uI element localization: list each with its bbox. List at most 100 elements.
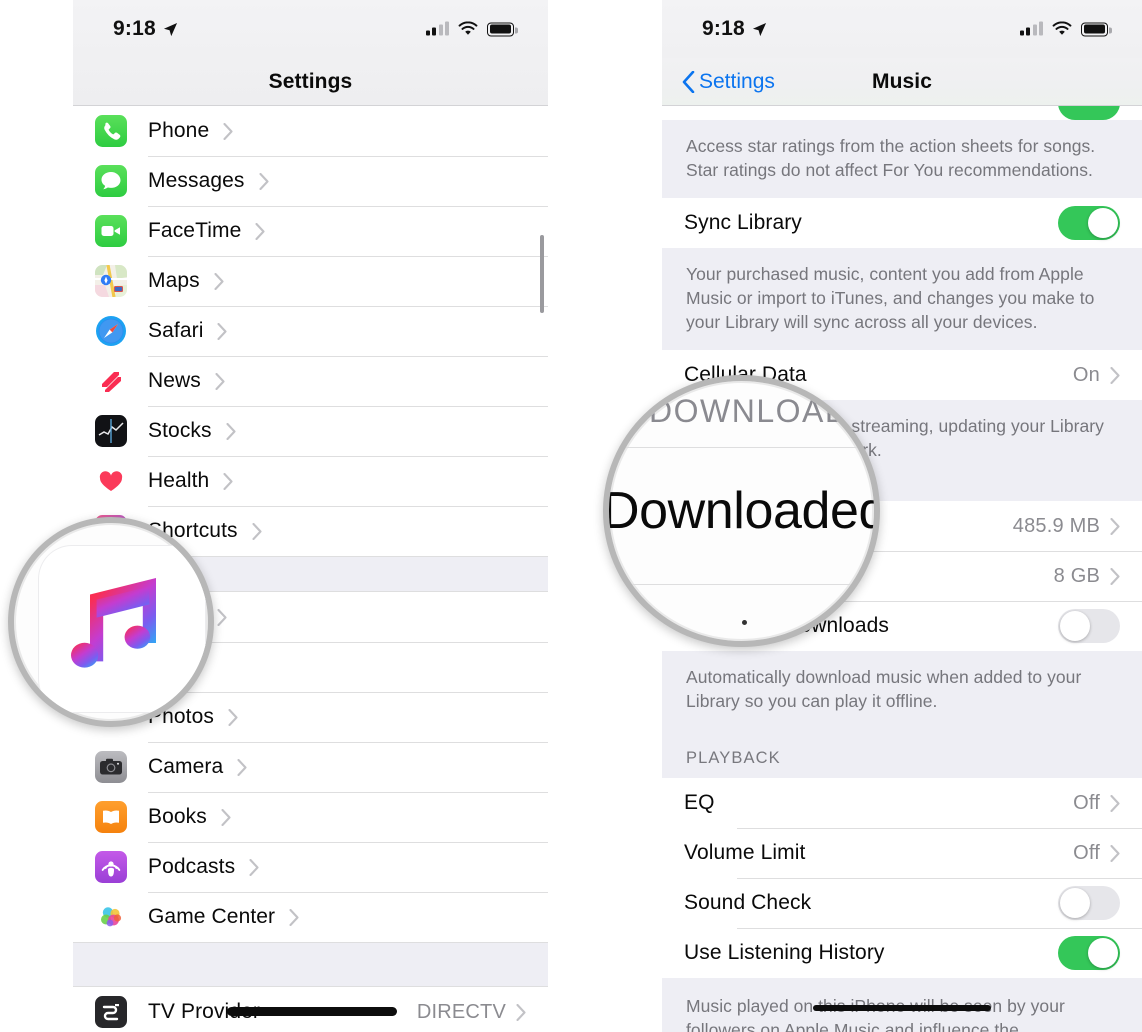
chevron-right-icon — [1110, 366, 1120, 384]
row-eq[interactable]: EQ Off — [662, 778, 1142, 828]
star-ratings-toggle-partial[interactable] — [1058, 106, 1120, 120]
phone-app-icon — [95, 115, 127, 147]
game-center-app-icon — [95, 901, 127, 933]
cellular-bars-icon — [425, 21, 449, 36]
chevron-right-icon — [252, 522, 262, 540]
row-volume-limit[interactable]: Volume Limit Off — [662, 828, 1142, 878]
row-sound-check[interactable]: Sound Check — [662, 878, 1142, 928]
magnified-dot — [741, 620, 747, 625]
status-bar-time: 9:18 — [113, 17, 156, 40]
books-app-icon — [95, 801, 127, 833]
row-value: 485.9 MB — [1012, 514, 1100, 537]
sync-library-toggle[interactable] — [1058, 206, 1120, 240]
magnified-section-header: DOWNLOAD — [649, 393, 850, 429]
settings-row-phone[interactable]: Phone — [73, 106, 548, 156]
chevron-right-icon — [223, 122, 233, 140]
row-label: EQ — [684, 791, 715, 814]
toggle-knob — [1060, 888, 1090, 918]
chevron-right-icon — [1110, 567, 1120, 585]
settings-row-label: Phone — [148, 119, 210, 142]
row-value: On — [1072, 363, 1100, 386]
chevron-right-icon — [221, 808, 231, 826]
settings-row-messages[interactable]: Messages — [73, 156, 548, 206]
settings-row-books[interactable]: Books — [73, 792, 548, 842]
settings-row-health[interactable]: Health — [73, 456, 548, 506]
playback-section-header: PLAYBACK — [662, 719, 1142, 778]
tv-provider-app-icon — [95, 996, 127, 1028]
maps-app-icon — [95, 265, 127, 297]
automatic-downloads-toggle[interactable] — [1058, 609, 1120, 643]
right-status-bar: 9:18 — [662, 0, 1142, 58]
settings-row-game-center[interactable]: Game Center — [73, 892, 548, 942]
status-bar-time: 9:18 — [702, 17, 745, 40]
home-indicator — [813, 1005, 991, 1011]
settings-row-label: Health — [148, 469, 210, 492]
settings-row-label: FaceTime — [148, 219, 242, 242]
page-title: Settings — [268, 69, 353, 93]
redaction-bar — [227, 1007, 397, 1016]
toggle-knob — [1088, 208, 1118, 238]
row-label: Sync Library — [684, 211, 802, 234]
back-to-settings-button[interactable]: Settings — [682, 70, 775, 94]
sound-check-toggle[interactable] — [1058, 886, 1120, 920]
note-star-ratings: Access star ratings from the action shee… — [662, 120, 1142, 198]
toggle-knob — [1060, 611, 1090, 641]
page-title: Music — [871, 69, 932, 93]
settings-row-safari[interactable]: Safari — [73, 306, 548, 356]
chevron-right-icon — [214, 272, 224, 290]
screenshot-stage: 9:18 Settings Phone Messages FaceTime Ma… — [0, 0, 1142, 1032]
battery-icon — [487, 22, 518, 36]
status-bar-indicators — [1019, 21, 1112, 37]
settings-row-podcasts[interactable]: Podcasts — [73, 842, 548, 892]
row-value: Off — [1073, 841, 1100, 864]
row-use-listening-history[interactable]: Use Listening History — [662, 928, 1142, 978]
right-nav-bar: Settings Music — [662, 58, 1142, 106]
wifi-icon — [1052, 21, 1072, 35]
use-listening-history-toggle[interactable] — [1058, 936, 1120, 970]
chevron-right-icon — [215, 372, 225, 390]
chevron-right-icon — [516, 1003, 526, 1021]
chevron-right-icon — [217, 322, 228, 340]
list-group-gap — [73, 942, 548, 987]
chevron-right-icon — [1110, 517, 1120, 535]
settings-row-label: Camera — [148, 755, 224, 778]
health-app-icon — [95, 465, 127, 497]
chevron-left-icon — [682, 70, 695, 93]
settings-row-news[interactable]: News — [73, 356, 548, 406]
settings-row-label: Podcasts — [148, 855, 236, 878]
row-value: 8 GB — [1053, 564, 1100, 587]
music-app-icon-magnified — [71, 577, 156, 668]
chevron-right-icon — [237, 758, 247, 776]
wifi-icon — [458, 21, 478, 35]
settings-row-stocks[interactable]: Stocks — [73, 406, 548, 456]
facetime-app-icon — [95, 215, 127, 247]
settings-row-label: Game Center — [148, 905, 276, 928]
left-nav-bar: Settings — [73, 58, 548, 106]
settings-row-camera[interactable]: Camera — [73, 742, 548, 792]
left-status-bar: 9:18 — [73, 0, 548, 58]
news-app-icon — [95, 365, 127, 397]
settings-row-label: Maps — [148, 269, 200, 292]
settings-row-facetime[interactable]: FaceTime — [73, 206, 548, 256]
partial-row-above — [662, 106, 1142, 120]
chevron-right-icon — [289, 908, 299, 926]
settings-row-label: Stocks — [148, 419, 212, 442]
row-value: Off — [1073, 791, 1100, 814]
settings-row-label: Messages — [148, 169, 245, 192]
note-sync-library: Your purchased music, content you add fr… — [662, 248, 1142, 350]
chevron-right-icon — [217, 608, 227, 626]
safari-app-icon — [95, 315, 127, 347]
magnified-separator-top — [609, 447, 874, 448]
toggle-knob — [1088, 938, 1118, 968]
settings-row-label: Books — [148, 805, 207, 828]
settings-row-maps[interactable]: Maps — [73, 256, 548, 306]
row-sync-library[interactable]: Sync Library — [662, 198, 1142, 248]
chevron-right-icon — [255, 222, 265, 240]
cellular-bars-icon — [1019, 21, 1043, 36]
chevron-right-icon — [249, 858, 259, 876]
row-label: Use Listening History — [684, 941, 885, 964]
left-scroll-indicator[interactable] — [540, 235, 544, 313]
camera-app-icon — [95, 751, 127, 783]
battery-icon — [1081, 22, 1112, 36]
row-label: Sound Check — [684, 891, 812, 914]
